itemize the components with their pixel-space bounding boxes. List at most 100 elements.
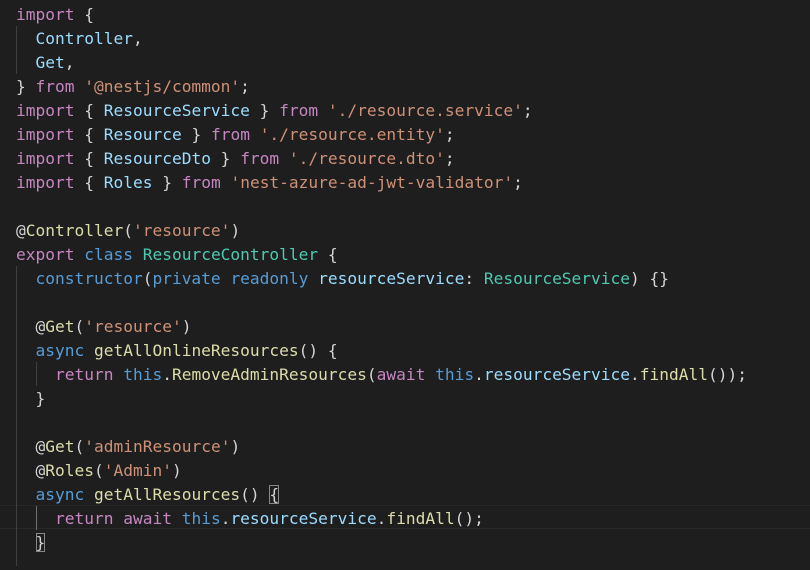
- code-token: @: [16, 437, 46, 456]
- code-token: }: [35, 533, 46, 552]
- code-token: {: [269, 485, 280, 504]
- code-token: ): [171, 461, 182, 480]
- code-line[interactable]: import { Roles } from 'nest-azure-ad-jwt…: [16, 171, 523, 195]
- code-line[interactable]: }: [16, 531, 46, 555]
- code-token: }: [210, 149, 241, 168]
- code-token: this: [123, 365, 163, 384]
- code-token: resourceService: [483, 365, 631, 384]
- code-token: (: [74, 317, 85, 336]
- code-token: './resource.entity': [259, 125, 445, 144]
- code-line[interactable]: export class ResourceController {: [16, 243, 338, 267]
- code-line[interactable]: @Controller('resource'): [16, 219, 240, 243]
- code-token: (: [142, 269, 153, 288]
- code-token: }: [16, 77, 36, 96]
- code-token: {: [74, 5, 94, 24]
- code-token: ;: [240, 77, 250, 96]
- code-editor[interactable]: import { Controller, Get,} from '@nestjs…: [0, 0, 810, 570]
- code-token: Get: [35, 53, 65, 72]
- code-token: 'Admin': [103, 461, 172, 480]
- code-token: }: [152, 173, 182, 192]
- code-token: constructor: [35, 269, 143, 288]
- code-line[interactable]: @Roles('Admin'): [16, 459, 182, 483]
- code-token: Controller: [25, 221, 124, 240]
- code-token: '@nestjs/common': [84, 77, 241, 96]
- code-token: resourceService: [318, 269, 465, 288]
- code-token: }: [249, 101, 280, 120]
- code-token: from: [181, 173, 221, 192]
- code-line[interactable]: Get,: [16, 51, 75, 75]
- code-token: getAllResources: [93, 485, 241, 504]
- code-token: './resource.dto': [288, 149, 445, 168]
- code-token: .: [220, 509, 231, 528]
- code-line[interactable]: } from '@nestjs/common';: [16, 75, 250, 99]
- code-token: import: [16, 125, 75, 144]
- code-token: import: [16, 101, 75, 120]
- code-token: Get: [45, 437, 75, 456]
- code-token: import: [16, 173, 75, 192]
- code-token: Get: [45, 317, 75, 336]
- code-token: Roles: [103, 173, 153, 192]
- code-token: (: [74, 437, 85, 456]
- code-line[interactable]: return this.RemoveAdminResources(await t…: [16, 363, 747, 387]
- code-line[interactable]: }: [16, 387, 45, 411]
- code-token: async: [35, 341, 85, 360]
- code-token: () {: [298, 341, 338, 360]
- code-token: {: [74, 125, 104, 144]
- code-token: {: [74, 149, 104, 168]
- code-token: .: [162, 365, 172, 384]
- code-token: await: [123, 509, 172, 528]
- code-token: resourceService: [230, 509, 377, 528]
- code-token: 'adminResource': [84, 437, 231, 456]
- code-line[interactable]: Controller,: [16, 27, 143, 51]
- code-token: .: [630, 365, 640, 384]
- code-token: @: [16, 461, 46, 480]
- code-token: from: [279, 101, 319, 120]
- code-token: ): [230, 437, 241, 456]
- code-token: ResourceService: [103, 101, 250, 120]
- code-token: ): [181, 317, 192, 336]
- code-token: ResourceDto: [103, 149, 211, 168]
- code-line[interactable]: async getAllOnlineResources() {: [16, 339, 338, 363]
- code-token: return: [54, 365, 114, 384]
- code-line[interactable]: import { ResourceService } from './resou…: [16, 99, 533, 123]
- code-token: ,: [132, 29, 143, 48]
- code-token: findAll: [386, 509, 455, 528]
- code-token: ;: [513, 173, 523, 192]
- code-token: {: [74, 173, 104, 192]
- code-token: return: [54, 509, 114, 528]
- code-line[interactable]: import { ResourceDto } from './resource.…: [16, 147, 455, 171]
- code-token: }: [16, 389, 46, 408]
- code-token: {: [74, 101, 104, 120]
- code-token: @: [16, 221, 26, 240]
- code-token: './resource.service': [327, 101, 523, 120]
- code-token: from: [240, 149, 280, 168]
- code-token: async: [35, 485, 85, 504]
- code-line[interactable]: import {: [16, 3, 94, 27]
- code-line[interactable]: async getAllResources() {: [16, 483, 280, 507]
- code-line[interactable]: return await this.resourceService.findAl…: [16, 507, 484, 531]
- code-line[interactable]: @Get('resource'): [16, 315, 191, 339]
- code-token: 'resource': [132, 221, 231, 240]
- code-token: findAll: [639, 365, 709, 384]
- code-token: this: [435, 365, 475, 384]
- code-token: (: [366, 365, 377, 384]
- code-token: :: [464, 269, 484, 288]
- code-token: export: [16, 245, 75, 264]
- code-line[interactable]: constructor(private readonly resourceSer…: [16, 267, 670, 291]
- code-line[interactable]: import { Resource } from './resource.ent…: [16, 123, 455, 147]
- code-token: }: [181, 125, 211, 144]
- code-token: from: [210, 125, 250, 144]
- code-token: Resource: [103, 125, 182, 144]
- code-line[interactable]: @Get('adminResource'): [16, 435, 240, 459]
- code-token: .: [474, 365, 484, 384]
